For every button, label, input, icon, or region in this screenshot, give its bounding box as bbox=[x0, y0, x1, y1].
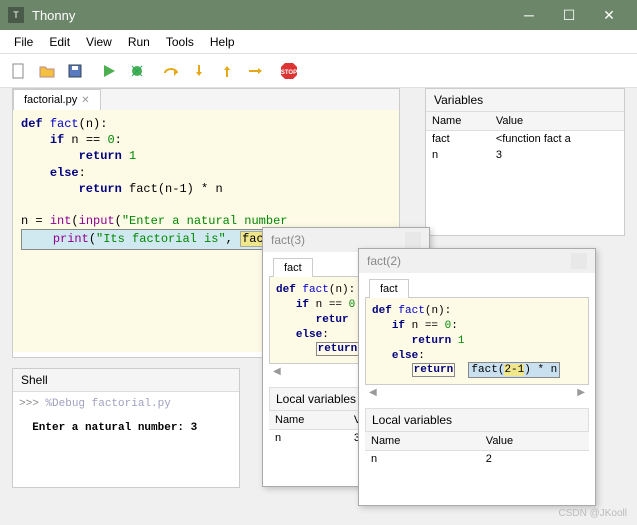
inner-tab[interactable]: fact bbox=[273, 258, 313, 277]
window-title: Thonny bbox=[32, 8, 509, 23]
menubar: File Edit View Run Tools Help bbox=[0, 30, 637, 54]
step-out-icon[interactable] bbox=[216, 60, 238, 82]
shell-panel: Shell >>> %Debug factorial.py Enter a na… bbox=[12, 368, 240, 488]
local-vars-title: Local variables bbox=[365, 408, 589, 432]
popup-title: fact(2) bbox=[367, 254, 401, 268]
popup-close-icon[interactable] bbox=[405, 232, 421, 248]
inner-code: def fact(n): if n == 0: return 1 else: r… bbox=[365, 297, 589, 385]
debug-icon[interactable] bbox=[126, 60, 148, 82]
new-file-icon[interactable] bbox=[8, 60, 30, 82]
popup-close-icon[interactable] bbox=[571, 253, 587, 269]
tab-label: factorial.py bbox=[24, 94, 77, 106]
menu-tools[interactable]: Tools bbox=[158, 33, 202, 51]
save-file-icon[interactable] bbox=[64, 60, 86, 82]
popup-title: fact(3) bbox=[271, 233, 305, 247]
open-file-icon[interactable] bbox=[36, 60, 58, 82]
stop-icon[interactable]: STOP bbox=[278, 60, 300, 82]
titlebar: T Thonny ─ ☐ ✕ bbox=[0, 0, 637, 30]
menu-run[interactable]: Run bbox=[120, 33, 158, 51]
col-name[interactable]: Name bbox=[426, 112, 490, 131]
table-row[interactable]: n2 bbox=[365, 451, 589, 468]
inner-tab[interactable]: fact bbox=[369, 279, 409, 298]
step-over-icon[interactable] bbox=[160, 60, 182, 82]
table-row[interactable]: fact<function fact a bbox=[426, 131, 624, 148]
editor-tab[interactable]: factorial.py ✕ bbox=[13, 89, 101, 110]
watermark: CSDN @JKooll bbox=[558, 508, 627, 519]
menu-edit[interactable]: Edit bbox=[41, 33, 78, 51]
menu-view[interactable]: View bbox=[78, 33, 120, 51]
menu-file[interactable]: File bbox=[6, 33, 41, 51]
svg-text:STOP: STOP bbox=[281, 70, 297, 76]
variables-title: Variables bbox=[426, 89, 624, 112]
toolbar: STOP bbox=[0, 54, 637, 88]
table-row[interactable]: n3 bbox=[426, 147, 624, 163]
maximize-button[interactable]: ☐ bbox=[549, 0, 589, 30]
run-icon[interactable] bbox=[98, 60, 120, 82]
minimize-button[interactable]: ─ bbox=[509, 0, 549, 30]
variables-table: NameValue fact<function fact a n3 bbox=[426, 112, 624, 163]
shell-content[interactable]: >>> %Debug factorial.py Enter a natural … bbox=[13, 392, 239, 440]
frame-popup-fact2[interactable]: fact(2) fact def fact(n): if n == 0: ret… bbox=[358, 248, 596, 506]
variables-panel: Variables NameValue fact<function fact a… bbox=[425, 88, 625, 236]
col-value[interactable]: Value bbox=[490, 112, 624, 131]
step-into-icon[interactable] bbox=[188, 60, 210, 82]
menu-help[interactable]: Help bbox=[202, 33, 243, 51]
close-button[interactable]: ✕ bbox=[589, 0, 629, 30]
shell-title: Shell bbox=[13, 369, 239, 392]
resume-icon[interactable] bbox=[244, 60, 266, 82]
tab-close-icon[interactable]: ✕ bbox=[81, 95, 89, 106]
app-icon: T bbox=[8, 7, 24, 23]
